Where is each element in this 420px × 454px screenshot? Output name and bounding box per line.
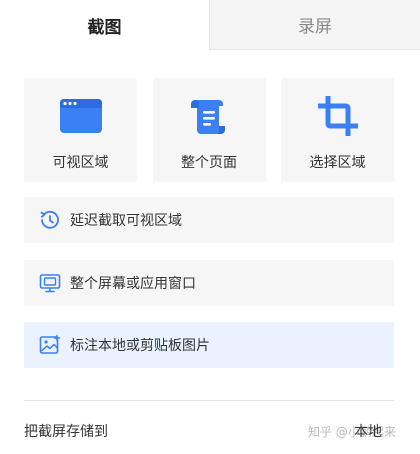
tab-bar: 截图 录屏 [0,0,420,50]
browser-window-icon [59,96,103,136]
divider [24,400,394,401]
annotate-image-label: 标注本地或剪贴板图片 [70,338,210,354]
scroll-page-icon [187,96,231,136]
capture-visible-area-button[interactable]: 可视区域 [24,78,137,182]
delay-timer-icon [39,209,61,231]
watermark-text: 知乎 @小鹏起来 [308,425,396,439]
delay-capture-label: 延迟截取可视区域 [70,213,182,229]
delay-capture-visible-area-option[interactable]: 延迟截取可视区域 [24,197,394,243]
crop-icon [316,96,360,136]
capture-select-area-label: 选择区域 [309,155,366,171]
save-location-label: 把截屏存储到 [24,424,108,440]
annotate-local-or-clipboard-image-option[interactable]: 标注本地或剪贴板图片 [24,322,394,368]
capture-visible-area-label: 可视区域 [52,155,109,171]
save-location-value[interactable]: 本地 [354,421,382,441]
image-annotate-icon [39,334,61,356]
capture-screen-or-window-option[interactable]: 整个屏幕或应用窗口 [24,260,394,306]
capture-mode-cards: 可视区域 整个页面 选择区域 [24,78,394,182]
capture-screen-label: 整个屏幕或应用窗口 [70,276,196,292]
tab-screenshot[interactable]: 截图 [0,0,209,50]
monitor-window-icon [39,272,61,294]
capture-full-page-button[interactable]: 整个页面 [152,78,266,182]
capture-full-page-label: 整个页面 [181,155,237,171]
tab-screen-record[interactable]: 录屏 [209,0,420,50]
capture-select-area-button[interactable]: 选择区域 [281,78,394,182]
